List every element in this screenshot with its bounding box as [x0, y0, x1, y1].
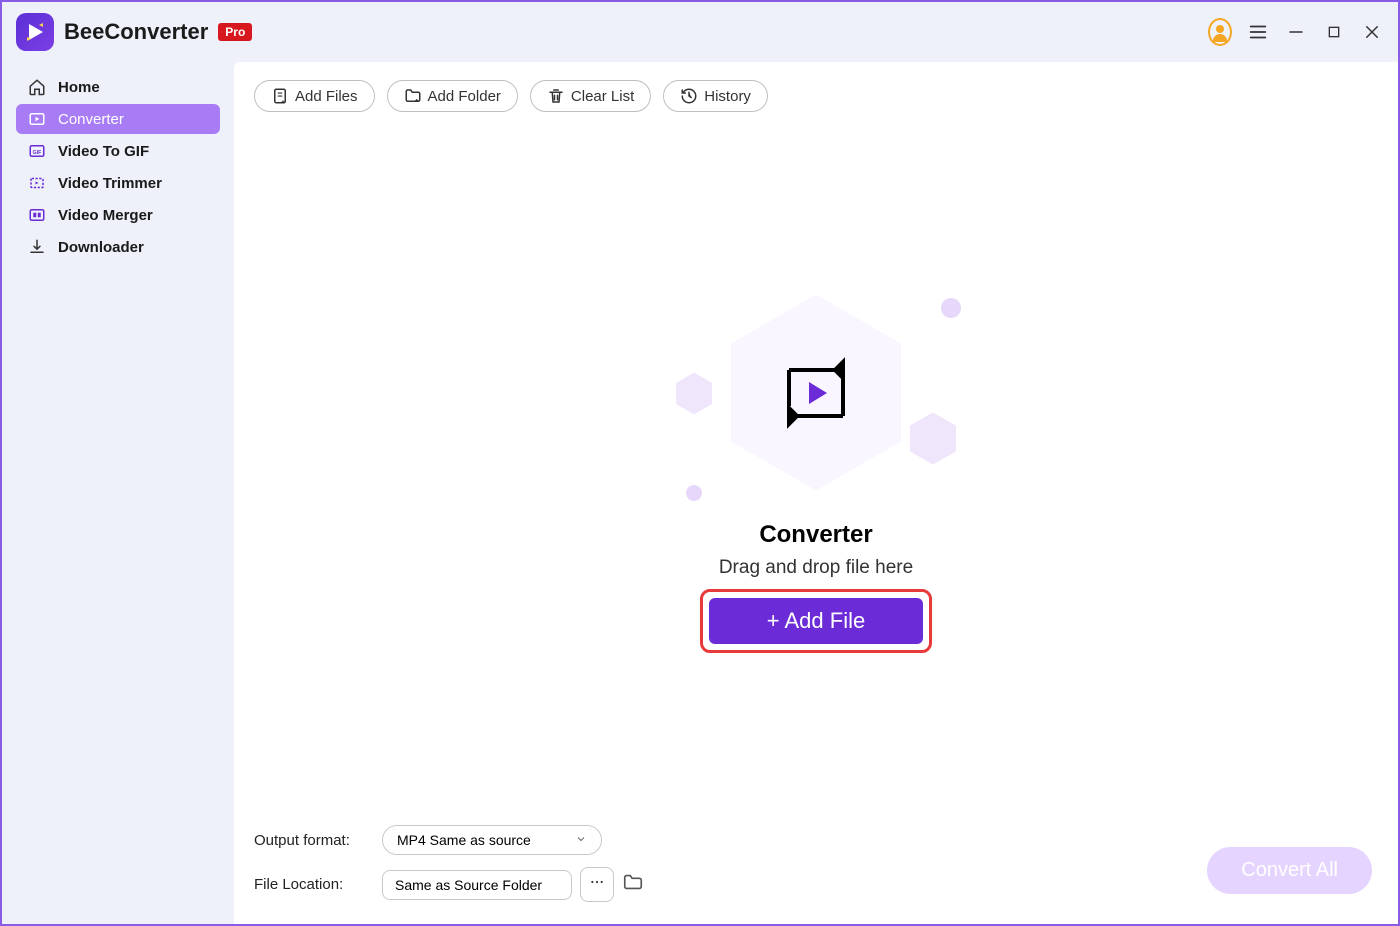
pro-badge: Pro — [218, 23, 252, 41]
converter-illustration-icon — [771, 348, 861, 438]
output-format-value: MP4 Same as source — [397, 832, 531, 848]
converter-icon — [28, 110, 46, 128]
sidebar-item-label: Video Trimmer — [58, 175, 162, 192]
stage-illustration — [716, 293, 916, 493]
add-files-icon — [271, 87, 289, 105]
minimize-button[interactable] — [1284, 20, 1308, 44]
avatar-icon — [1208, 18, 1232, 46]
stage-subtitle: Drag and drop file here — [719, 557, 913, 579]
menu-button[interactable] — [1246, 20, 1270, 44]
button-label: Add Folder — [428, 88, 501, 105]
sidebar-item-label: Downloader — [58, 239, 144, 256]
file-location-more-button[interactable] — [580, 867, 614, 902]
sidebar-item-home[interactable]: Home — [16, 72, 220, 102]
drop-zone[interactable]: Converter Drag and drop file here + Add … — [234, 130, 1398, 815]
add-file-highlight: + Add File — [700, 589, 932, 653]
close-icon — [1363, 23, 1381, 41]
add-folder-icon — [404, 87, 422, 105]
sidebar-item-label: Video To GIF — [58, 143, 149, 160]
convert-all-button[interactable]: Convert All — [1207, 847, 1372, 894]
sidebar-item-video-merger[interactable]: Video Merger — [16, 200, 220, 230]
file-location-field[interactable]: Same as Source Folder — [382, 870, 572, 900]
add-file-button[interactable]: + Add File — [709, 598, 923, 644]
trash-icon — [547, 87, 565, 105]
history-button[interactable]: History — [663, 80, 768, 112]
output-format-label: Output format: — [254, 832, 364, 849]
output-format-select[interactable]: MP4 Same as source — [382, 825, 602, 855]
folder-icon — [622, 871, 644, 893]
add-folder-button[interactable]: Add Folder — [387, 80, 518, 112]
sidebar-item-downloader[interactable]: Downloader — [16, 232, 220, 262]
svg-text:GIF: GIF — [33, 150, 43, 156]
sidebar-item-label: Converter — [58, 111, 124, 128]
history-icon — [680, 87, 698, 105]
button-label: Add Files — [295, 88, 358, 105]
hamburger-icon — [1247, 21, 1269, 43]
minimize-icon — [1287, 23, 1305, 41]
video-merger-icon — [28, 206, 46, 224]
main-panel: Add Files Add Folder Clear List History — [234, 62, 1398, 924]
chevron-down-icon — [575, 832, 587, 848]
button-label: Clear List — [571, 88, 634, 105]
home-icon — [28, 78, 46, 96]
sidebar-item-label: Video Merger — [58, 207, 153, 224]
downloader-icon — [28, 238, 46, 256]
toolbar: Add Files Add Folder Clear List History — [234, 62, 1398, 130]
video-trimmer-icon — [28, 174, 46, 192]
app-logo — [16, 13, 54, 51]
clear-list-button[interactable]: Clear List — [530, 80, 651, 112]
stage-title: Converter — [759, 521, 872, 549]
sidebar-item-converter[interactable]: Converter — [16, 104, 220, 134]
button-label: History — [704, 88, 751, 105]
maximize-button[interactable] — [1322, 20, 1346, 44]
open-folder-button[interactable] — [622, 871, 644, 898]
account-button[interactable] — [1208, 20, 1232, 44]
sidebar-item-video-to-gif[interactable]: GIF Video To GIF — [16, 136, 220, 166]
ellipsis-icon — [589, 874, 605, 890]
sidebar-item-label: Home — [58, 79, 100, 96]
sidebar: Home Converter GIF Video To GIF Video Tr… — [2, 62, 234, 924]
file-location-label: File Location: — [254, 876, 364, 893]
close-button[interactable] — [1360, 20, 1384, 44]
add-files-button[interactable]: Add Files — [254, 80, 375, 112]
sidebar-item-video-trimmer[interactable]: Video Trimmer — [16, 168, 220, 198]
maximize-icon — [1326, 24, 1342, 40]
video-to-gif-icon: GIF — [28, 142, 46, 160]
titlebar: BeeConverter Pro — [2, 2, 1398, 62]
app-title: BeeConverter — [64, 19, 208, 45]
